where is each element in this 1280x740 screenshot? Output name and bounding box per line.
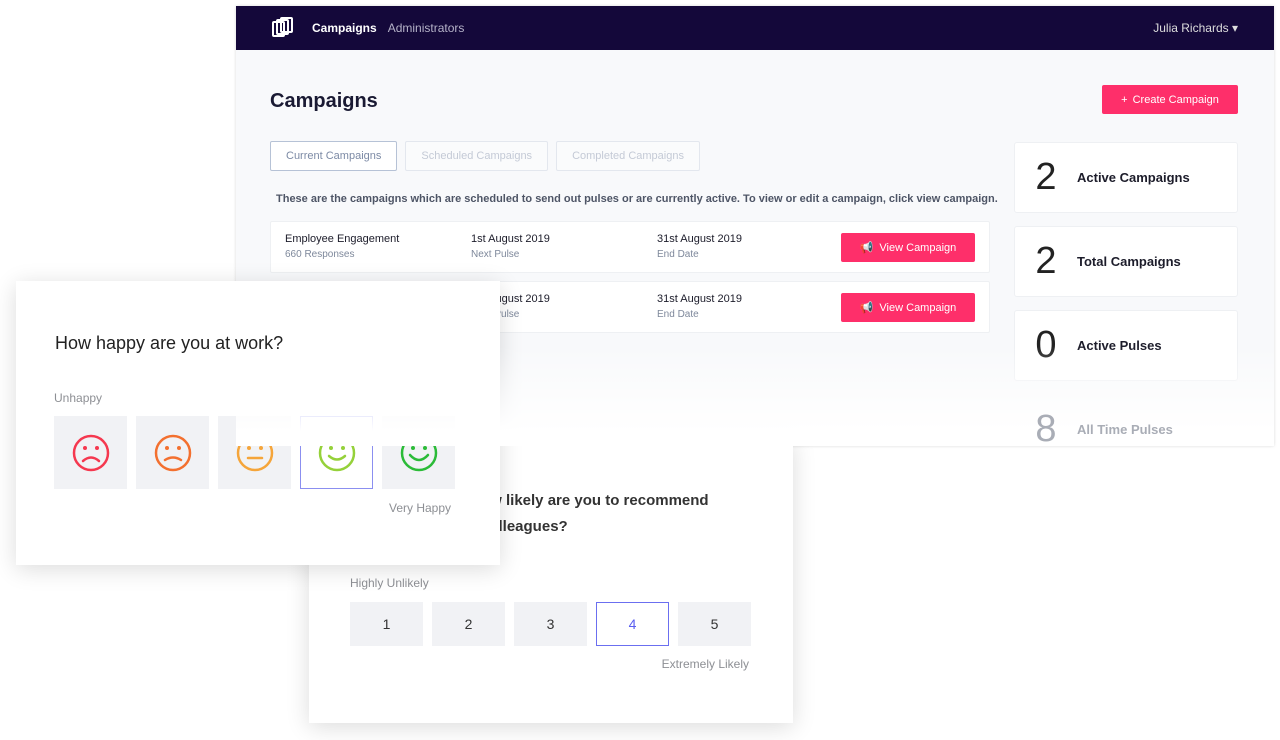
rating-option-5[interactable]: 5 xyxy=(678,602,751,646)
caret-down-icon: ▾ xyxy=(1231,21,1238,35)
nav-administrators[interactable]: Administrators xyxy=(388,21,465,35)
stat-all-time-pulses: 8 All Time Pulses xyxy=(1014,394,1238,446)
stat-value: 2 xyxy=(1035,156,1057,198)
stat-value: 2 xyxy=(1035,240,1057,282)
view-label: View Campaign xyxy=(879,241,957,254)
low-label: Unhappy xyxy=(54,391,103,405)
tab-scheduled[interactable]: Scheduled Campaigns xyxy=(405,141,549,171)
plus-icon: + xyxy=(1121,93,1128,106)
question-line-1: ow likely are you to recommend xyxy=(481,492,709,509)
create-label: Create Campaign xyxy=(1132,93,1219,106)
low-label: Highly Unlikely xyxy=(350,576,429,590)
rating-option-3[interactable]: 3 xyxy=(514,602,587,646)
view-campaign-button[interactable]: 📢 View Campaign xyxy=(841,233,975,262)
campaigns-app-window: Campaigns Administrators Julia Richards … xyxy=(236,6,1274,446)
rating-option-2[interactable]: 2 xyxy=(432,602,505,646)
high-label: Extremely Likely xyxy=(661,657,749,671)
campaign-name: Employee Engagement xyxy=(285,233,400,245)
responses: 660 Responses xyxy=(285,249,355,260)
frown-face-icon xyxy=(154,434,191,471)
view-campaign-button[interactable]: 📢 View Campaign xyxy=(841,293,975,322)
end-date-label: End Date xyxy=(657,249,699,260)
happiness-option[interactable] xyxy=(54,416,127,489)
campaign-row: Employee Engagement 660 Responses 1st Aug… xyxy=(270,221,990,273)
rating-option-4[interactable]: 4 xyxy=(596,602,669,646)
stat-label: All Time Pulses xyxy=(1077,422,1173,437)
view-label: View Campaign xyxy=(879,301,957,314)
user-name: Julia Richards xyxy=(1153,21,1229,35)
create-campaign-button[interactable]: + Create Campaign xyxy=(1102,85,1238,114)
stat-label: Total Campaigns xyxy=(1077,254,1181,269)
user-menu[interactable]: Julia Richards ▾ xyxy=(1153,21,1238,35)
stat-total-campaigns: 2 Total Campaigns xyxy=(1014,226,1238,297)
next-pulse-label: Next Pulse xyxy=(471,249,520,260)
tab-completed[interactable]: Completed Campaigns xyxy=(556,141,700,171)
top-nav: Campaigns Administrators Julia Richards … xyxy=(236,6,1274,50)
page-title: Campaigns xyxy=(270,90,378,112)
tab-current[interactable]: Current Campaigns xyxy=(270,141,398,171)
next-pulse-date: 1st August 2019 xyxy=(471,233,550,245)
end-date: 31st August 2019 xyxy=(657,233,743,245)
description: These are the campaigns which are schedu… xyxy=(276,193,998,205)
high-label: Very Happy xyxy=(389,501,452,515)
logo-icon[interactable] xyxy=(272,17,294,39)
sad-face-icon xyxy=(72,434,109,471)
question-line-2: colleagues? xyxy=(481,518,568,535)
megaphone-icon: 📢 xyxy=(859,302,874,314)
end-date: 31st August 2019 xyxy=(657,293,743,305)
happiness-option[interactable] xyxy=(136,416,209,489)
stat-active-campaigns: 2 Active Campaigns xyxy=(1014,142,1238,213)
megaphone-icon: 📢 xyxy=(859,242,874,254)
end-date-label: End Date xyxy=(657,309,699,320)
rating-option-1[interactable]: 1 xyxy=(350,602,423,646)
nav-campaigns[interactable]: Campaigns xyxy=(312,21,377,35)
stat-value: 8 xyxy=(1035,408,1057,446)
stat-label: Active Campaigns xyxy=(1077,170,1190,185)
